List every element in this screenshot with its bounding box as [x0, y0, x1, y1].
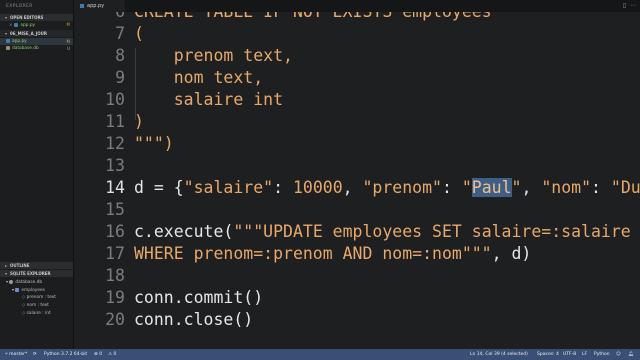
folder-section[interactable]: ▾ 06_MISE_A_JOUR [0, 30, 73, 37]
line-number: 19 [105, 288, 125, 307]
open-editors-section[interactable]: ▾ OPEN EDITORS [0, 14, 73, 21]
sqlite-db-item[interactable]: ▾ database.db [0, 278, 73, 285]
tab-app-py[interactable]: app.py [75, 0, 125, 12]
line-number: 17 [105, 244, 125, 263]
file-database-db[interactable]: database.db U [0, 45, 73, 52]
sqlite-explorer-section[interactable]: ▾ SQLITE EXPLORER [0, 270, 73, 277]
close-icon[interactable]: ✕ [9, 22, 12, 27]
git-branch[interactable]: ⑂ master* [5, 349, 27, 360]
python-file-icon [6, 38, 10, 43]
encoding[interactable]: UTF-8 [563, 349, 576, 360]
open-editor-app-py[interactable]: ✕ app.py M [0, 21, 73, 28]
warnings-count[interactable]: ⚠ 0 [108, 349, 116, 360]
code-line: conn.close() [134, 310, 254, 329]
line-number: 15 [105, 200, 125, 219]
cursor-position[interactable]: Ln 14, Col 39 (4 selected) [470, 349, 528, 360]
line-number: 14 [105, 178, 125, 197]
explorer-title: EXPLORER [6, 4, 33, 9]
status-bar: ⑂ master* ⟳ Python 3.7.2 64-bit ⊗ 0 ⚠ 0 … [0, 349, 640, 360]
line-number: 8 [115, 46, 125, 65]
sqlite-column-item[interactable]: ◇ salaire : int [0, 310, 73, 317]
indentation[interactable]: Spaces: 4 [537, 349, 559, 360]
code-line: d = {"salaire": 10000, "prenom": "Paul",… [134, 178, 640, 197]
code-line: """) [134, 134, 174, 153]
errors-count[interactable]: ⊗ 0 [94, 349, 102, 360]
line-number: 20 [105, 310, 125, 329]
chevron-down-icon: ▾ [6, 279, 9, 284]
line-number: 16 [105, 222, 125, 241]
language-mode[interactable]: Python [594, 349, 610, 360]
python-file-icon [14, 22, 19, 27]
text-selection[interactable]: Paul [471, 178, 512, 197]
sqlite-table-item[interactable]: ▾ employees [0, 286, 73, 293]
line-number: 13 [105, 156, 125, 175]
line-number: 6 [75, 12, 125, 21]
code-line: prenom text, [134, 46, 293, 65]
sync-icon[interactable]: ⟳ [33, 349, 37, 360]
code-line: ( [134, 24, 144, 43]
database-icon [9, 279, 14, 284]
line-number: 11 [105, 112, 125, 131]
table-icon [15, 287, 20, 292]
code-line: nom text, [134, 68, 264, 87]
python-interpreter[interactable]: Python 3.7.2 64-bit [44, 349, 87, 360]
code-editor[interactable]: 6 CREATE TABLE IF NOT EXISTS employees 7… [75, 12, 640, 349]
code-line: ) [134, 112, 144, 131]
line-number: 9 [115, 68, 125, 87]
line-number: 7 [115, 24, 125, 43]
python-file-icon [80, 3, 84, 8]
tab-bar: app.py ▯ ⋯ [75, 0, 640, 12]
code-line: WHERE prenom=:prenom AND nom=:nom""", d) [134, 244, 532, 263]
notifications-icon[interactable]: 🔔︎ [628, 349, 634, 360]
file-app-py[interactable]: app.py M [0, 38, 73, 45]
line-ending[interactable]: LF [582, 349, 587, 360]
code-line: CREATE TABLE IF NOT EXISTS employees [134, 12, 492, 21]
line-number: 18 [105, 266, 125, 285]
database-file-icon [6, 45, 10, 50]
sqlite-column-item[interactable]: ◇ nom : text [0, 302, 73, 309]
outline-section[interactable]: ▸ OUTLINE [0, 262, 73, 269]
feedback-icon[interactable]: ☺ [616, 349, 621, 360]
more-actions-icon[interactable]: ⋯ [630, 2, 636, 9]
explorer-sidebar: EXPLORER ▾ OPEN EDITORS ✕ app.py M ▾ 06_MIS… [0, 0, 74, 349]
code-line: conn.commit() [134, 288, 264, 307]
line-number: 10 [105, 90, 125, 109]
sqlite-column-item[interactable]: ◇ prenom : text [0, 294, 73, 301]
editor-scrollbar[interactable] [630, 12, 638, 349]
split-editor-icon[interactable]: ▯ [623, 2, 626, 9]
code-line: salaire int [134, 90, 284, 109]
code-line: c.execute("""UPDATE employees SET salair… [134, 222, 631, 241]
line-number: 12 [105, 134, 125, 153]
chevron-down-icon: ▾ [12, 287, 15, 292]
